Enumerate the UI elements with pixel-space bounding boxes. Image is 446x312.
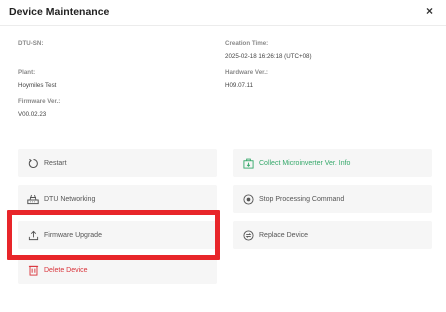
replace-device-button[interactable]: Replace Device	[233, 221, 432, 249]
restart-button[interactable]: Restart	[18, 149, 217, 177]
collect-icon	[242, 157, 254, 169]
firmware-upgrade-button[interactable]: Firmware Upgrade	[18, 221, 217, 249]
dialog-title: Device Maintenance	[9, 6, 110, 18]
close-icon[interactable]: ×	[426, 5, 433, 17]
plant-label: Plant:	[18, 69, 36, 76]
stop-icon	[242, 193, 254, 205]
replace-device-label: Replace Device	[259, 231, 309, 239]
hardware-ver-label: Hardware Ver.:	[225, 69, 268, 76]
creation-time-info: Creation Time: 2025-02-18 16:26:18 (UTC+…	[225, 40, 312, 61]
dtu-sn-info: DTU-SN:	[18, 40, 43, 53]
dtu-networking-label: DTU Networking	[44, 195, 96, 203]
plant-value: Hoymiles Test	[18, 82, 57, 89]
network-icon	[27, 193, 39, 205]
replace-icon	[242, 229, 254, 241]
dtu-networking-button[interactable]: DTU Networking	[18, 185, 217, 213]
collect-ver-info-button[interactable]: Collect Microinverter Ver. Info	[233, 149, 432, 177]
delete-device-button[interactable]: Delete Device	[18, 256, 217, 284]
hardware-ver-value: H09.07.11	[225, 82, 254, 89]
firmware-ver-label: Firmware Ver.:	[18, 98, 61, 105]
dialog-header: Device Maintenance ×	[0, 0, 446, 26]
stop-processing-label: Stop Processing Command	[259, 195, 345, 203]
plant-info: Plant: Hoymiles Test	[18, 69, 56, 90]
dtu-sn-label: DTU-SN:	[18, 40, 44, 47]
firmware-ver-value: V00.02.23	[18, 111, 47, 118]
creation-time-value: 2025-02-18 16:26:18 (UTC+08)	[225, 53, 312, 60]
restart-label: Restart	[44, 159, 67, 167]
stop-processing-button[interactable]: Stop Processing Command	[233, 185, 432, 213]
collect-ver-info-label: Collect Microinverter Ver. Info	[259, 159, 351, 167]
creation-time-label: Creation Time:	[225, 40, 269, 47]
upload-icon	[27, 229, 39, 241]
restart-icon	[27, 157, 39, 169]
firmware-ver-info: Firmware Ver.: V00.02.23	[18, 98, 60, 119]
delete-device-label: Delete Device	[44, 266, 88, 274]
hardware-ver-info: Hardware Ver.: H09.07.11	[225, 69, 268, 90]
firmware-upgrade-label: Firmware Upgrade	[44, 231, 102, 239]
trash-icon	[27, 264, 39, 276]
